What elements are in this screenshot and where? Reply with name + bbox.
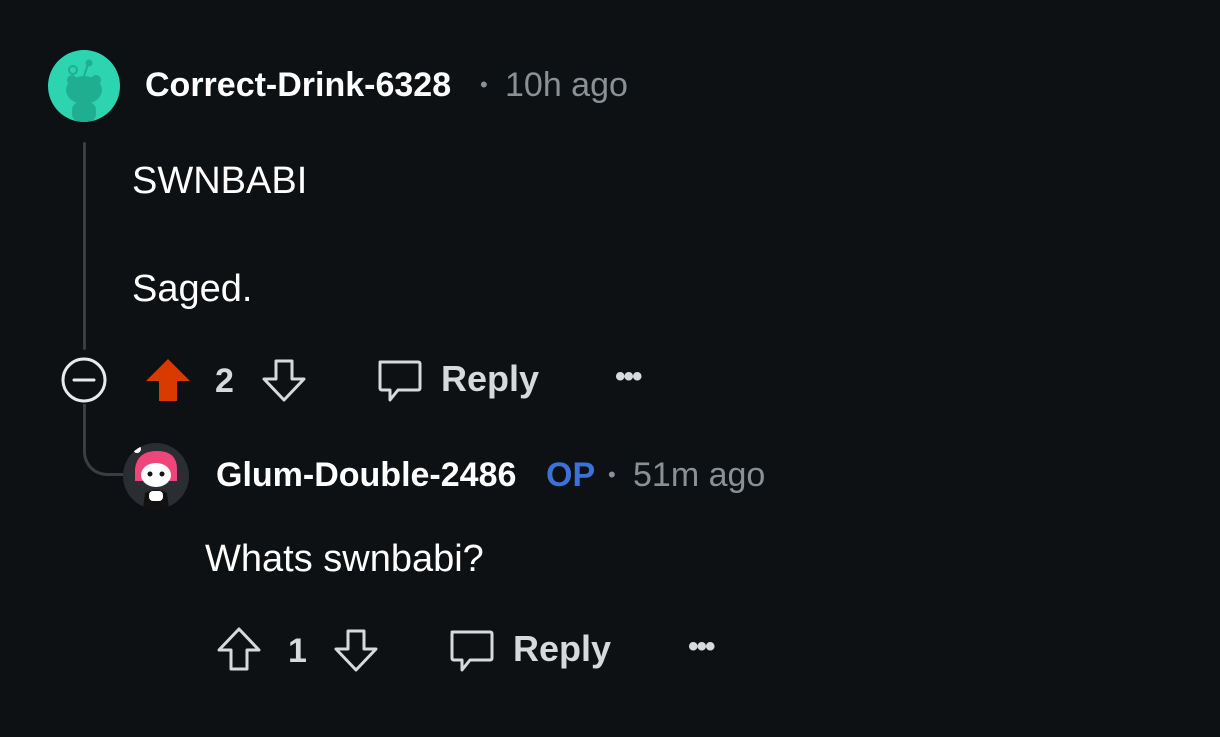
avatar[interactable] <box>123 443 189 509</box>
downvote-arrow-icon[interactable] <box>334 627 380 673</box>
op-badge: OP <box>546 456 596 494</box>
avatar[interactable] <box>48 50 120 122</box>
reply-button[interactable]: Reply <box>513 628 611 670</box>
collapse-minus-icon[interactable] <box>61 357 109 405</box>
comment-username[interactable]: Correct-Drink-6328 <box>145 66 451 105</box>
comment-bubble-icon[interactable] <box>376 358 424 404</box>
thread-connector <box>83 404 123 476</box>
upvote-arrow-icon[interactable] <box>216 626 264 674</box>
comment-timestamp[interactable]: 10h ago <box>505 66 628 105</box>
thread-line[interactable] <box>83 142 86 350</box>
comment-body-line: Saged. <box>132 268 253 310</box>
more-options-button[interactable]: ••• <box>615 360 642 394</box>
meta-separator: • <box>480 72 488 97</box>
more-options-button[interactable]: ••• <box>688 630 715 664</box>
downvote-arrow-icon[interactable] <box>262 357 308 403</box>
snoo-avatar-icon <box>66 59 102 122</box>
upvote-arrow-icon[interactable] <box>145 357 195 403</box>
meta-separator: • <box>608 462 616 487</box>
vote-count: 1 <box>288 632 307 670</box>
comment-timestamp[interactable]: 51m ago <box>633 456 765 495</box>
comment-username[interactable]: Glum-Double-2486 <box>216 456 516 495</box>
vote-count: 2 <box>215 362 234 400</box>
comment-bubble-icon[interactable] <box>448 628 496 674</box>
reply-button[interactable]: Reply <box>441 358 539 400</box>
comment-body-line: SWNBABI <box>132 160 308 202</box>
comment-body-line: Whats swnbabi? <box>205 538 484 580</box>
snoo-avatar-icon <box>133 445 177 509</box>
